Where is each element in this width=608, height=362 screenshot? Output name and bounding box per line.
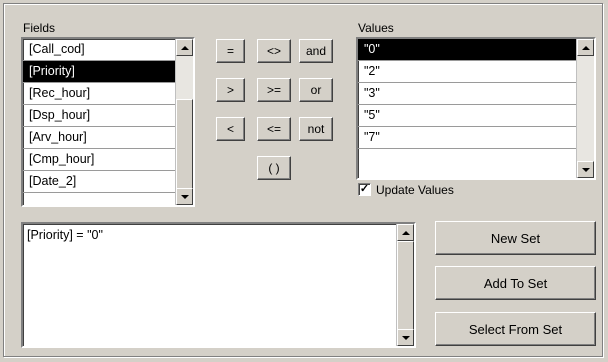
field-item-priority[interactable]: [Priority] xyxy=(23,61,176,83)
arrow-up-icon xyxy=(401,230,410,235)
operator-greater-equal-button[interactable]: >= xyxy=(257,78,291,102)
field-item-date-2[interactable]: [Date_2] xyxy=(23,171,176,193)
field-item-dsp-hour[interactable]: [Dsp_hour] xyxy=(23,105,176,127)
field-item-arv-hour[interactable]: [Arv_hour] xyxy=(23,127,176,149)
fields-scrollbar[interactable] xyxy=(175,39,193,205)
fields-list: [Call_cod] [Priority] [Rec_hour] [Dsp_ho… xyxy=(23,39,176,205)
operator-or-button[interactable]: or xyxy=(299,78,333,102)
values-listbox[interactable]: "0" "2" "3" "5" "7" xyxy=(356,37,596,180)
operator-not-button[interactable]: not xyxy=(299,117,333,141)
checkmark-icon: ✓ xyxy=(359,183,370,195)
new-set-button[interactable]: New Set xyxy=(435,221,596,255)
values-scroll-down-button[interactable] xyxy=(577,161,594,178)
update-values-checkbox[interactable]: ✓ xyxy=(358,183,371,196)
operator-equals-button[interactable]: = xyxy=(216,39,245,63)
field-item-rec-hour[interactable]: [Rec_hour] xyxy=(23,83,176,105)
query-scrollbar[interactable] xyxy=(396,224,414,346)
value-item-7[interactable]: "7" xyxy=(358,127,577,149)
update-values-label[interactable]: Update Values xyxy=(376,183,454,197)
operator-and-button[interactable]: and xyxy=(299,39,333,63)
fields-listbox[interactable]: [Call_cod] [Priority] [Rec_hour] [Dsp_ho… xyxy=(21,37,195,207)
arrow-up-icon xyxy=(581,45,590,50)
arrow-up-icon xyxy=(180,45,189,50)
field-item-cmp-hour[interactable]: [Cmp_hour] xyxy=(23,149,176,171)
operator-not-equal-button[interactable]: <> xyxy=(257,39,291,63)
arrow-down-icon xyxy=(581,167,590,172)
field-item-call-cod[interactable]: [Call_cod] xyxy=(23,39,176,61)
value-item-5[interactable]: "5" xyxy=(358,105,577,127)
values-scroll-up-button[interactable] xyxy=(577,39,594,56)
value-item-3[interactable]: "3" xyxy=(358,83,577,105)
operator-less-than-button[interactable]: < xyxy=(216,117,245,141)
fields-scroll-thumb[interactable] xyxy=(176,99,193,191)
operator-less-equal-button[interactable]: <= xyxy=(257,117,291,141)
query-text: [Priority] = "0" xyxy=(27,228,103,242)
values-list: "0" "2" "3" "5" "7" xyxy=(358,39,577,178)
arrow-down-icon xyxy=(180,194,189,199)
select-from-set-button[interactable]: Select From Set xyxy=(435,312,596,346)
values-scrollbar[interactable] xyxy=(576,39,594,178)
add-to-set-button[interactable]: Add To Set xyxy=(435,266,596,300)
value-item-0[interactable]: "0" xyxy=(358,39,577,61)
query-scroll-up-button[interactable] xyxy=(397,224,414,241)
fields-scroll-down-button[interactable] xyxy=(176,188,193,205)
query-textarea[interactable]: [Priority] = "0" xyxy=(21,222,416,348)
fields-label: Fields xyxy=(23,21,56,35)
value-item-2[interactable]: "2" xyxy=(358,61,577,83)
operator-parentheses-button[interactable]: ( ) xyxy=(257,156,291,180)
fields-scroll-up-button[interactable] xyxy=(176,39,193,56)
arrow-down-icon xyxy=(401,335,410,340)
query-scroll-thumb[interactable] xyxy=(397,241,414,330)
query-scroll-down-button[interactable] xyxy=(397,329,414,346)
operator-greater-than-button[interactable]: > xyxy=(216,78,245,102)
values-label: Values xyxy=(358,21,394,35)
